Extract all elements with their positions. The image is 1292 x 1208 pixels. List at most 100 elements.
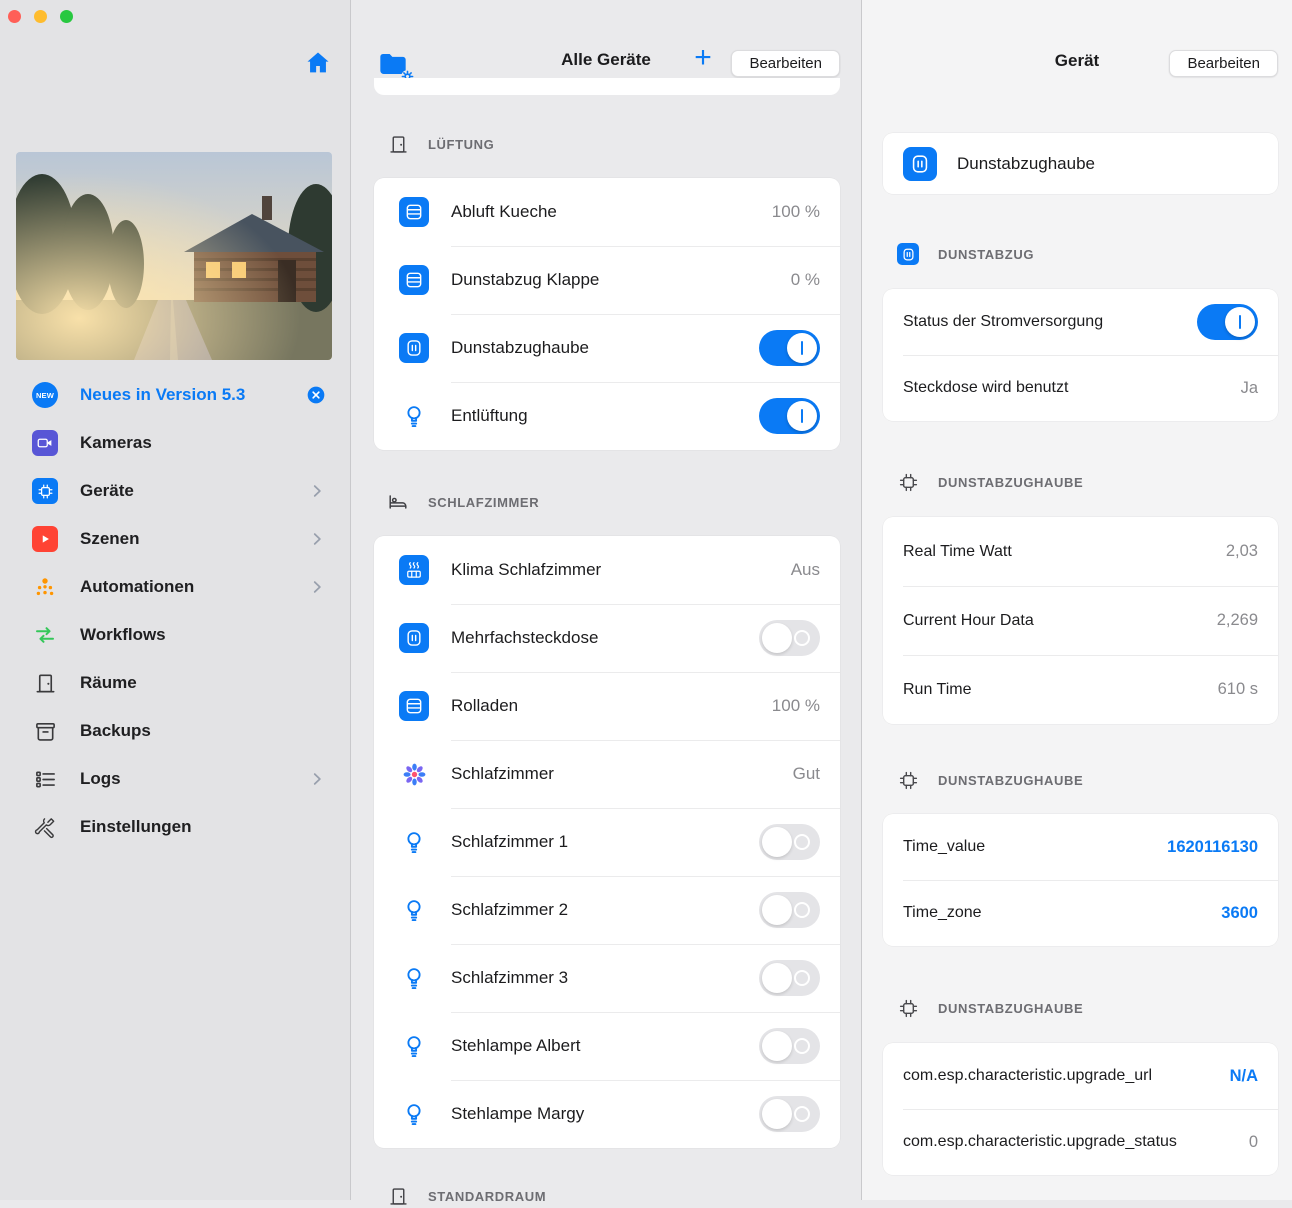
sidebar-item-automationen[interactable]: Automationen: [0, 563, 350, 611]
device-row[interactable]: Rolladen 100 %: [374, 672, 840, 740]
blinds-icon: [399, 197, 429, 227]
characteristic-row[interactable]: Run Time 610 s: [883, 655, 1278, 724]
air-quality-icon: [399, 759, 429, 789]
toggle-switch[interactable]: [759, 330, 820, 366]
chip-icon: [897, 769, 919, 791]
close-circle-icon[interactable]: [306, 385, 326, 405]
sidebar-item-kameras[interactable]: Kameras: [0, 419, 350, 467]
new-badge-icon: NEW: [32, 382, 58, 408]
dunstabzughaube-card-1: Real Time Watt 2,03 Current Hour Data 2,…: [883, 517, 1278, 724]
bulb-icon: [399, 401, 429, 431]
device-row[interactable]: Schlafzimmer 3: [374, 944, 840, 1012]
window-close-button[interactable]: [8, 10, 21, 23]
camera-icon: [32, 430, 58, 456]
edit-button[interactable]: Bearbeiten: [731, 50, 840, 77]
outlet-icon: [399, 333, 429, 363]
section-header-dunstabzug: DUNSTABZUG: [897, 242, 1034, 266]
section-header-lueftung: LÜFTUNG: [387, 132, 494, 156]
section-header-standardraum: STANDARDRAUM: [387, 1184, 546, 1208]
door-icon: [387, 1185, 409, 1207]
blinds-icon: [399, 691, 429, 721]
bulb-icon: [399, 1031, 429, 1061]
section-header-schlafzimmer: SCHLAFZIMMER: [387, 490, 539, 514]
toggle-switch[interactable]: [1197, 304, 1258, 340]
sidebar-item-backups[interactable]: Backups: [0, 707, 350, 755]
lueftung-card: Abluft Kueche 100 % Dunstabzug Klappe 0 …: [374, 178, 840, 450]
device-row[interactable]: Abluft Kueche 100 %: [374, 178, 840, 246]
characteristic-row[interactable]: Steckdose wird benutzt Ja: [883, 355, 1278, 421]
outlet-icon: [399, 623, 429, 653]
sidebar-item-szenen[interactable]: Szenen: [0, 515, 350, 563]
schlafzimmer-card: Klima Schlafzimmer Aus Mehrfachsteckdose…: [374, 536, 840, 1148]
home-icon[interactable]: [304, 49, 332, 77]
chip-icon: [32, 478, 58, 504]
device-row[interactable]: Dunstabzug Klappe 0 %: [374, 246, 840, 314]
toggle-switch[interactable]: [759, 960, 820, 996]
home-photo: [16, 152, 332, 360]
sidebar-item-logs[interactable]: Logs: [0, 755, 350, 803]
sidebar-item-geraete[interactable]: Geräte: [0, 467, 350, 515]
sidebar-item-einstellungen[interactable]: Einstellungen: [0, 803, 350, 851]
sidebar: NEW Neues in Version 5.3 Kameras Geräte …: [0, 0, 350, 1200]
toggle-switch[interactable]: [759, 1028, 820, 1064]
toggle-switch[interactable]: [759, 1096, 820, 1132]
door-icon: [387, 133, 409, 155]
automation-icon: [32, 574, 58, 600]
sidebar-item-raeume[interactable]: Räume: [0, 659, 350, 707]
edit-button[interactable]: Bearbeiten: [1169, 50, 1278, 77]
toggle-switch[interactable]: [759, 892, 820, 928]
characteristic-row[interactable]: com.esp.characteristic.upgrade_status 0: [883, 1109, 1278, 1175]
workflow-arrows-icon: [32, 622, 58, 648]
bulb-icon: [399, 963, 429, 993]
chevron-right-icon: [308, 770, 326, 788]
device-name: Dunstabzughaube: [957, 154, 1095, 174]
door-icon: [32, 670, 58, 696]
characteristic-row[interactable]: Time_zone 3600: [883, 880, 1278, 946]
window-minimize-button[interactable]: [34, 10, 47, 23]
chip-icon: [897, 471, 919, 493]
characteristic-row[interactable]: Status der Stromversorgung: [883, 289, 1278, 355]
sidebar-item-neues-in-version[interactable]: NEW Neues in Version 5.3: [0, 371, 350, 419]
characteristic-row[interactable]: Current Hour Data 2,269: [883, 586, 1278, 655]
list-icon: [32, 766, 58, 792]
scenes-play-icon: [32, 526, 58, 552]
device-row[interactable]: Dunstabzughaube: [374, 314, 840, 382]
dunstabzughaube-card-2: Time_value 1620116130 Time_zone 3600: [883, 814, 1278, 946]
section-header-dunstabzughaube-2: DUNSTABZUGHAUBE: [897, 768, 1083, 792]
bulb-icon: [399, 827, 429, 857]
sidebar-item-workflows[interactable]: Workflows: [0, 611, 350, 659]
device-summary-card[interactable]: Dunstabzughaube: [883, 133, 1278, 194]
dunstabzug-card: Status der Stromversorgung Steckdose wir…: [883, 289, 1278, 421]
chip-icon: [897, 997, 919, 1019]
outlet-icon: [903, 147, 937, 181]
toggle-switch[interactable]: [759, 620, 820, 656]
characteristic-row[interactable]: Time_value 1620116130: [883, 814, 1278, 880]
add-button[interactable]: +: [687, 40, 719, 76]
device-row[interactable]: Schlafzimmer Gut: [374, 740, 840, 808]
tools-icon: [32, 814, 58, 840]
chevron-right-icon: [308, 482, 326, 500]
section-header-dunstabzughaube-1: DUNSTABZUGHAUBE: [897, 470, 1083, 494]
device-row[interactable]: Klima Schlafzimmer Aus: [374, 536, 840, 604]
device-row[interactable]: Stehlampe Albert: [374, 1012, 840, 1080]
device-row[interactable]: Stehlampe Margy: [374, 1080, 840, 1148]
archive-box-icon: [32, 718, 58, 744]
device-row[interactable]: Mehrfachsteckdose: [374, 604, 840, 672]
chevron-right-icon: [308, 530, 326, 548]
toggle-switch[interactable]: [759, 398, 820, 434]
bulb-icon: [399, 1099, 429, 1129]
characteristic-row[interactable]: Real Time Watt 2,03: [883, 517, 1278, 586]
device-list-panel: Alle Geräte + Bearbeiten LÜFTUNG Abluft …: [350, 0, 862, 1200]
chevron-right-icon: [308, 578, 326, 596]
device-detail-panel: Gerät Bearbeiten Dunstabzughaube DUNSTAB…: [862, 0, 1292, 1200]
scrolled-card-edge: [374, 78, 840, 95]
device-row[interactable]: Entlüftung: [374, 382, 840, 450]
device-list-header: Alle Geräte + Bearbeiten: [351, 0, 861, 96]
device-row[interactable]: Schlafzimmer 2: [374, 876, 840, 944]
toggle-switch[interactable]: [759, 824, 820, 860]
blinds-icon: [399, 265, 429, 295]
characteristic-row[interactable]: com.esp.characteristic.upgrade_url N/A: [883, 1043, 1278, 1109]
window-zoom-button[interactable]: [60, 10, 73, 23]
device-row[interactable]: Schlafzimmer 1: [374, 808, 840, 876]
sidebar-menu: NEW Neues in Version 5.3 Kameras Geräte …: [0, 371, 350, 851]
